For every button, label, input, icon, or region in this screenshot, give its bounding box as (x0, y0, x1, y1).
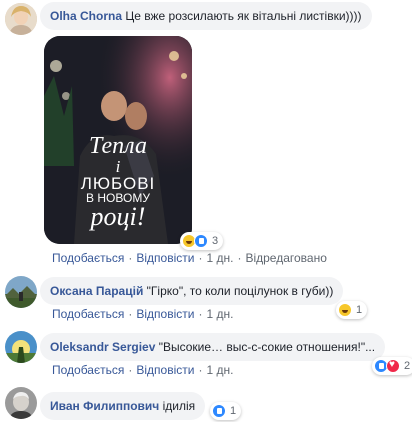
reaction-count: 3 (212, 235, 219, 247)
greeting-overlay: Тепла і ЛЮБОВІ В НОВОМУ році! (44, 134, 192, 230)
greeting-word-5: році! (90, 202, 146, 231)
comment-author[interactable]: Olha Chorna (50, 9, 122, 23)
comment-bubble: Оксана Парацій "Гірко", то коли поцілуно… (40, 277, 344, 305)
reaction-summary[interactable]: 1 (336, 301, 368, 319)
reaction-count: 2 (404, 360, 411, 372)
comment-bubble: Oleksandr Sergiev "Высокие… выс-с-сокие … (40, 333, 386, 361)
avatar[interactable] (5, 387, 37, 419)
like-icon (194, 234, 208, 248)
greeting-word-1: Тепла (89, 133, 147, 159)
like-icon (212, 404, 226, 418)
greeting-word-2: і (115, 157, 121, 176)
reaction-summary[interactable]: 2 (372, 357, 412, 375)
timestamp[interactable]: 1 дн. (206, 363, 233, 377)
comment-bubble: Иван Филиппович ідилія (40, 392, 206, 420)
comment-actions: Подобається · Відповісти · 1 дн. (52, 307, 234, 321)
comment-actions: Подобається · Відповісти · 1 дн. (52, 363, 234, 377)
reply-link[interactable]: Відповісти (136, 363, 194, 377)
reply-link[interactable]: Відповісти (136, 251, 194, 265)
avatar[interactable] (5, 276, 37, 308)
comment-actions: Подобається · Відповісти · 1 дн. · Відредагова… (52, 251, 327, 265)
reaction-summary[interactable]: 3 (180, 232, 224, 250)
comment-text: "Гірко", то коли поцілунок в губи)) (146, 284, 334, 298)
reaction-count: 1 (356, 304, 363, 316)
avatar[interactable] (5, 331, 37, 363)
comment-text: ідилія (162, 399, 196, 413)
timestamp[interactable]: 1 дн. (206, 307, 233, 321)
avatar[interactable] (5, 3, 37, 35)
comment-photo[interactable]: Тепла і ЛЮБОВІ В НОВОМУ році! (44, 36, 192, 244)
haha-icon (338, 303, 352, 317)
comment-bubble: Olha Chorna Це вже розсилають як вітальн… (40, 2, 372, 30)
greeting-word-3: ЛЮБОВІ (80, 174, 156, 193)
reaction-count: 1 (230, 405, 237, 417)
like-link[interactable]: Подобається (52, 251, 124, 265)
comment-author[interactable]: Иван Филиппович (50, 399, 159, 413)
love-icon (386, 359, 400, 373)
reaction-summary[interactable]: 1 (210, 402, 242, 420)
comment-text: "Высокие… выс-с-сокие отношения!"... (158, 340, 376, 354)
reply-link[interactable]: Відповісти (136, 307, 194, 321)
like-link[interactable]: Подобається (52, 307, 124, 321)
timestamp[interactable]: 1 дн. (206, 251, 233, 265)
comment-author[interactable]: Oleksandr Sergiev (50, 340, 155, 354)
edited-label[interactable]: Відредаговано (245, 251, 326, 265)
comment-author[interactable]: Оксана Парацій (50, 284, 143, 298)
like-link[interactable]: Подобається (52, 363, 124, 377)
comment-text: Це вже розсилають як вітальні листівки))… (125, 9, 362, 23)
